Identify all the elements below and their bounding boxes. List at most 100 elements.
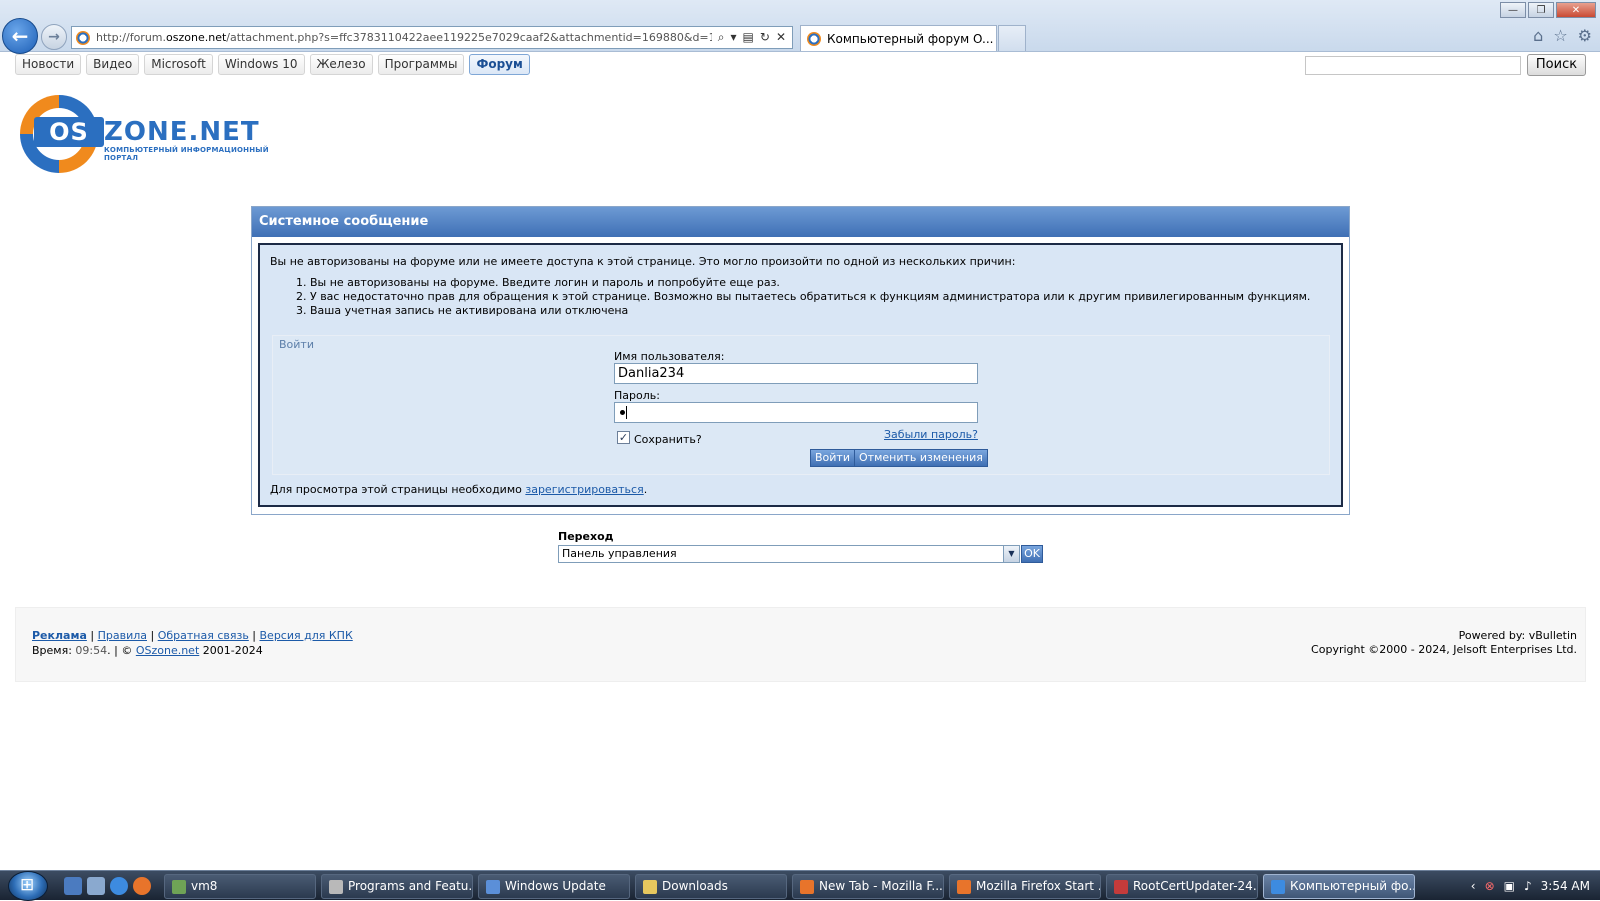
address-text: http://forum.oszone.net/attachment.php?s… — [96, 31, 712, 44]
taskbar-item-rootcertupdater[interactable]: RootCertUpdater-24... — [1106, 874, 1258, 899]
footer-link-mobile[interactable]: Версия для КПК — [260, 629, 353, 642]
jump-select[interactable]: Панель управления ▼ — [558, 545, 1020, 563]
register-link[interactable]: зарегистрироваться — [525, 483, 643, 496]
site-search-button[interactable]: Поиск — [1527, 54, 1586, 76]
browser-tab[interactable]: Компьютерный форум O... ✕ — [800, 25, 997, 51]
volume-icon[interactable]: ♪ — [1524, 879, 1532, 893]
taskbar-item-programs[interactable]: Programs and Featu... — [321, 874, 473, 899]
login-legend: Войти — [279, 338, 314, 351]
site-logo[interactable]: OS ZONE.NET КОМПЬЮТЕРНЫЙ ИНФОРМАЦИОННЫЙ … — [20, 95, 280, 175]
login-fieldset: Войти Имя пользователя: Danlia234 Пароль… — [272, 335, 1330, 475]
text-caret — [626, 406, 627, 419]
copyright-years: 2001-2024 — [199, 644, 263, 657]
forgot-password-link[interactable]: Забыли пароль? — [884, 428, 978, 441]
taskbar-item-firefox-newtab[interactable]: New Tab - Mozilla F... — [792, 874, 944, 899]
nav-item-programs[interactable]: Программы — [377, 54, 465, 75]
minimize-icon[interactable]: — — [1500, 2, 1526, 18]
nav-item-windows10[interactable]: Windows 10 — [217, 54, 305, 75]
taskbar-item-downloads[interactable]: Downloads — [635, 874, 787, 899]
home-icon[interactable]: ⌂ — [1533, 26, 1543, 45]
panel-body: Вы не авторизованы на форуме или не имее… — [258, 243, 1343, 507]
windows-update-icon — [486, 880, 500, 894]
footer-time: Время: 09:54. | © OSzone.net 2001-2024 — [32, 644, 263, 657]
firefox-app-icon — [957, 880, 971, 894]
taskbar-item-ie-forum[interactable]: Компьютерный фо... — [1263, 874, 1415, 899]
panel-title: Системное сообщение — [252, 207, 1349, 237]
logo-tagline: КОМПЬЮТЕРНЫЙ ИНФОРМАЦИОННЫЙ ПОРТАЛ — [104, 146, 269, 162]
taskbar-item-label: vm8 — [191, 879, 218, 893]
tray-expand-icon[interactable]: ‹ — [1471, 879, 1476, 893]
firefox-icon[interactable] — [133, 877, 151, 895]
footer-link-feedback[interactable]: Обратная связь — [158, 629, 249, 642]
reset-button[interactable]: Отменить изменения — [854, 449, 988, 467]
back-button[interactable]: ← — [2, 18, 38, 54]
firefox-app-icon — [800, 880, 814, 894]
taskbar-item-vm8[interactable]: vm8 — [164, 874, 316, 899]
footer-link-rules[interactable]: Правила — [98, 629, 147, 642]
close-window-icon[interactable]: ✕ — [1556, 2, 1596, 18]
nav-item-hardware[interactable]: Железо — [309, 54, 373, 75]
browser-toolbar-icons: ⌂ ☆ ⚙ — [1533, 26, 1592, 45]
favorites-star-icon[interactable]: ☆ — [1553, 26, 1567, 45]
taskbar-item-windows-update[interactable]: Windows Update — [478, 874, 630, 899]
remember-label: Сохранить? — [634, 433, 702, 446]
copyright-right: Copyright ©2000 - 2024, Jelsoft Enterpri… — [1311, 643, 1577, 656]
stop-icon[interactable]: ✕ — [776, 30, 786, 45]
jump-ok-button[interactable]: OK — [1021, 545, 1043, 563]
intro-text: Вы не авторизованы на форуме или не имее… — [270, 255, 1016, 268]
explorer-icon[interactable] — [87, 877, 105, 895]
reason-item: У вас недостаточно прав для обращения к … — [310, 290, 1331, 304]
compat-view-icon[interactable]: ▤ — [743, 30, 754, 45]
taskbar-item-label: Компьютерный фо... — [1290, 879, 1415, 893]
tab-favicon-icon — [807, 31, 821, 46]
programs-app-icon — [329, 880, 343, 894]
ie-icon[interactable] — [110, 877, 128, 895]
settings-gear-icon[interactable]: ⚙ — [1578, 26, 1592, 45]
address-bar[interactable]: http://forum.oszone.net/attachment.php?s… — [71, 26, 793, 49]
clock[interactable]: 3:54 AM — [1541, 879, 1590, 893]
site-search-input[interactable] — [1305, 56, 1521, 75]
restore-icon[interactable]: ❐ — [1528, 2, 1554, 18]
nav-item-forum[interactable]: Форум — [469, 54, 530, 75]
oszone-link[interactable]: OSzone.net — [136, 644, 199, 657]
tray-alert-icon[interactable]: ⊗ — [1485, 879, 1495, 893]
username-field[interactable]: Danlia234 — [614, 363, 978, 384]
footer-credits: Powered by: vBulletin Copyright ©2000 - … — [1311, 629, 1577, 657]
folder-icon — [643, 880, 657, 894]
password-field[interactable] — [614, 402, 978, 423]
nav-item-news[interactable]: Новости — [15, 54, 82, 75]
start-button[interactable] — [8, 871, 48, 901]
logo-os-text: OS — [34, 117, 104, 147]
time-value: 09:54 — [75, 644, 108, 657]
remember-checkbox[interactable]: ✓ — [617, 431, 630, 444]
tab-title: Компьютерный форум O... — [827, 31, 994, 46]
logo-zone-text: ZONE.NET — [104, 117, 260, 147]
taskbar-item-label: Downloads — [662, 879, 728, 893]
show-desktop-icon[interactable] — [64, 877, 82, 895]
taskbar-item-label: Mozilla Firefox Start ... — [976, 879, 1101, 893]
login-button[interactable]: Войти — [810, 449, 855, 467]
dropdown-icon[interactable]: ▾ — [731, 30, 737, 45]
nav-item-microsoft[interactable]: Microsoft — [144, 54, 213, 75]
reason-item: Вы не авторизованы на форуме. Введите ло… — [310, 276, 1331, 290]
refresh-icon[interactable]: ↻ — [760, 30, 770, 45]
nav-item-video[interactable]: Видео — [86, 54, 140, 75]
footer-link-ads[interactable]: Реклама — [32, 629, 87, 642]
site-nav: Новости Видео Microsoft Windows 10 Желез… — [15, 54, 530, 75]
reasons-list: Вы не авторизованы на форуме. Введите ло… — [270, 276, 1331, 318]
password-mask-dot — [620, 410, 625, 415]
chevron-down-icon[interactable]: ▼ — [1003, 546, 1019, 562]
forward-arrow-icon: → — [48, 29, 60, 45]
password-label: Пароль: — [614, 389, 660, 402]
vm8-app-icon — [172, 880, 186, 894]
url-path: /attachment.php?s=ffc3783110422aee119225… — [226, 31, 712, 44]
footer-links: Реклама | Правила | Обратная связь | Вер… — [32, 629, 353, 642]
taskbar-item-firefox-start[interactable]: Mozilla Firefox Start ... — [949, 874, 1101, 899]
new-tab-button[interactable] — [998, 25, 1026, 51]
ie-app-icon — [1271, 880, 1285, 894]
search-icon[interactable]: ⌕ — [718, 30, 725, 45]
taskbar-item-label: New Tab - Mozilla F... — [819, 879, 943, 893]
taskbar-item-label: Windows Update — [505, 879, 606, 893]
forward-button[interactable]: → — [41, 24, 67, 50]
network-icon[interactable]: ▣ — [1504, 879, 1515, 893]
